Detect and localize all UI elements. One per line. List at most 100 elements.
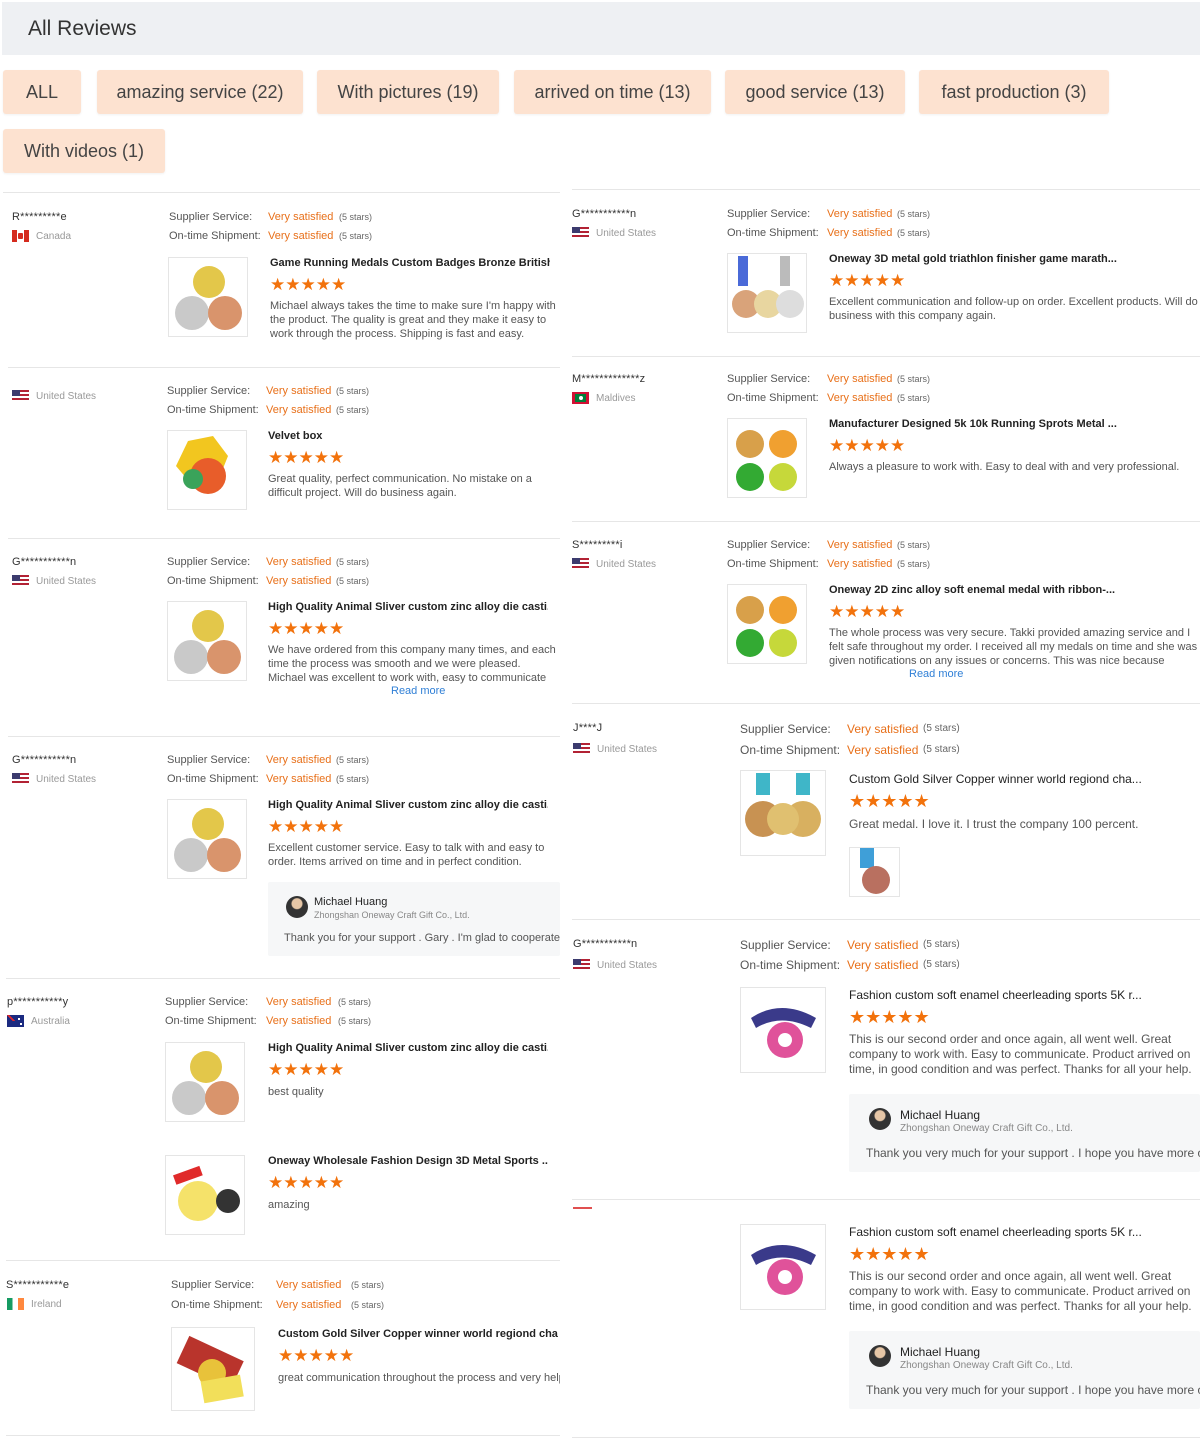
supplier-service-label: Supplier Service: xyxy=(740,722,831,736)
us-flag-icon xyxy=(572,558,589,570)
read-more-link[interactable]: Read more xyxy=(909,668,963,680)
product-thumbnail[interactable] xyxy=(727,253,807,333)
ontime-shipment-label: On-time Shipment: xyxy=(171,1299,263,1311)
product-thumbnail[interactable] xyxy=(171,1327,255,1411)
reviewer-country: United States xyxy=(573,743,657,755)
reviewer-name: G***********n xyxy=(573,938,638,950)
rating-stars: ★★★★★ xyxy=(270,275,347,294)
product-thumbnail[interactable] xyxy=(167,799,247,879)
ontime-shipment-label: On-time Shipment: xyxy=(727,227,819,239)
medal-image-icon xyxy=(172,1051,239,1115)
filter-fast-production[interactable]: fast production (3) xyxy=(919,70,1109,114)
review-photo[interactable] xyxy=(849,847,900,897)
review-text: Michael always takes the time to make su… xyxy=(270,300,556,340)
ontime-shipment-rating: (5 stars) xyxy=(897,228,931,238)
product-title[interactable]: Oneway Wholesale Fashion Design 3D Metal… xyxy=(268,1155,548,1167)
reply-author: Michael Huang xyxy=(900,1108,981,1122)
product-thumbnail[interactable] xyxy=(727,418,807,498)
rating-stars: ★★★★★ xyxy=(268,1173,345,1192)
supplier-service-rating: (5 stars) xyxy=(336,557,370,567)
product-title[interactable]: High Quality Animal Sliver custom zinc a… xyxy=(268,1042,548,1054)
ontime-shipment-label: On-time Shipment: xyxy=(740,958,841,972)
ontime-shipment-label: On-time Shipment: xyxy=(167,575,259,587)
ontime-shipment-value: Very satisfied xyxy=(827,227,893,239)
reviewer-name: S*********i xyxy=(572,539,623,551)
reviewer-name: J****J xyxy=(573,722,603,734)
product-thumbnail[interactable] xyxy=(167,601,247,681)
reviewer-country: Ireland xyxy=(7,1298,62,1310)
rating-stars: ★★★★★ xyxy=(849,1244,930,1264)
review-text: Always a pleasure to work with. Easy to … xyxy=(829,461,1180,473)
product-thumbnail[interactable] xyxy=(740,987,826,1073)
seller-reply: Michael Huang Zhongshan Oneway Craft Gif… xyxy=(849,1094,1200,1172)
reviewer-country: United States xyxy=(573,959,657,971)
product-title[interactable]: Custom Gold Silver Copper winner world r… xyxy=(849,772,1200,786)
filter-with-videos[interactable]: With videos (1) xyxy=(3,129,165,173)
avatar xyxy=(286,896,308,918)
us-flag-icon xyxy=(572,227,589,239)
reviewer-name: p***********y xyxy=(7,996,69,1008)
seller-reply: Michael Huang Zhongshan Oneway Craft Gif… xyxy=(268,882,560,956)
product-title[interactable]: High Quality Animal Sliver custom zinc a… xyxy=(268,799,548,811)
supplier-service-rating: (5 stars) xyxy=(351,1280,385,1290)
ontime-shipment-value: Very satisfied xyxy=(827,558,893,570)
product-title[interactable]: Game Running Medals Custom Badges Bronze… xyxy=(270,257,550,269)
supplier-service-rating: (5 stars) xyxy=(923,723,960,734)
review-text: This is our second order and once again,… xyxy=(849,1032,1192,1076)
product-thumbnail[interactable] xyxy=(165,1155,245,1235)
reviewer-name: G***********n xyxy=(12,754,77,766)
product-title[interactable]: Oneway 3D metal gold triathlon finisher … xyxy=(829,253,1200,265)
product-title[interactable]: Fashion custom soft enamel cheerleading … xyxy=(849,1225,1200,1239)
read-more-link[interactable]: Read more xyxy=(391,685,445,697)
product-thumbnail[interactable] xyxy=(167,430,247,510)
australia-flag-icon xyxy=(7,1015,24,1027)
product-thumbnail[interactable] xyxy=(740,770,826,856)
ontime-shipment-rating: (5 stars) xyxy=(339,231,373,241)
product-title[interactable]: Oneway 2D zinc alloy soft enemal medal w… xyxy=(829,584,1200,596)
supplier-service-value: Very satisfied xyxy=(827,539,893,551)
reviewer-name: G***********n xyxy=(572,208,637,220)
product-thumbnail[interactable] xyxy=(168,257,248,337)
reviews-header: All Reviews xyxy=(2,2,1200,55)
filter-amazing-service[interactable]: amazing service (22) xyxy=(97,70,303,114)
reviewer-country: United States xyxy=(12,575,96,587)
flag-fragment xyxy=(573,1207,592,1209)
product-title[interactable]: Manufacturer Designed 5k 10k Running Spr… xyxy=(829,418,1200,430)
product-thumbnail[interactable] xyxy=(740,1224,826,1310)
reviewer-name: G***********n xyxy=(12,556,77,568)
review-text: best quality xyxy=(268,1086,324,1098)
divider xyxy=(8,736,560,737)
divider xyxy=(572,919,1200,920)
reviewer-name: R*********e xyxy=(12,211,67,223)
avatar xyxy=(869,1345,891,1367)
supplier-service-value: Very satisfied xyxy=(827,373,893,385)
product-thumbnail[interactable] xyxy=(727,584,807,664)
ontime-shipment-rating: (5 stars) xyxy=(897,393,931,403)
product-title[interactable]: Velvet box xyxy=(268,430,548,442)
divider xyxy=(572,703,1200,704)
product-title[interactable]: Custom Gold Silver Copper winner world r… xyxy=(278,1328,558,1340)
ontime-shipment-value: Very satisfied xyxy=(276,1299,342,1311)
filter-good-service[interactable]: good service (13) xyxy=(725,70,905,114)
product-thumbnail[interactable] xyxy=(165,1042,245,1122)
us-flag-icon xyxy=(12,390,29,402)
photo-image-icon xyxy=(860,848,890,894)
filter-arrived-on-time[interactable]: arrived on time (13) xyxy=(514,70,711,114)
supplier-service-value: Very satisfied xyxy=(266,754,332,766)
ontime-shipment-rating: (5 stars) xyxy=(338,1016,372,1026)
medal-image-icon xyxy=(736,430,797,491)
filter-all[interactable]: ALL xyxy=(3,70,81,114)
ontime-shipment-label: On-time Shipment: xyxy=(167,404,259,416)
supplier-service-value: Very satisfied xyxy=(266,996,332,1008)
reviewer-country: United States xyxy=(12,390,96,402)
divider xyxy=(572,521,1200,522)
country-name: Canada xyxy=(36,230,72,242)
ontime-shipment-label: On-time Shipment: xyxy=(740,743,841,757)
review-text: This is our second order and once again,… xyxy=(849,1269,1192,1313)
filter-with-pictures[interactable]: With pictures (19) xyxy=(317,70,499,114)
rating-stars: ★★★★★ xyxy=(849,791,930,811)
product-title[interactable]: Fashion custom soft enamel cheerleading … xyxy=(849,988,1200,1002)
product-title[interactable]: High Quality Animal Sliver custom zinc a… xyxy=(268,601,548,613)
ontime-shipment-rating: (5 stars) xyxy=(336,576,370,586)
divider xyxy=(8,538,560,539)
